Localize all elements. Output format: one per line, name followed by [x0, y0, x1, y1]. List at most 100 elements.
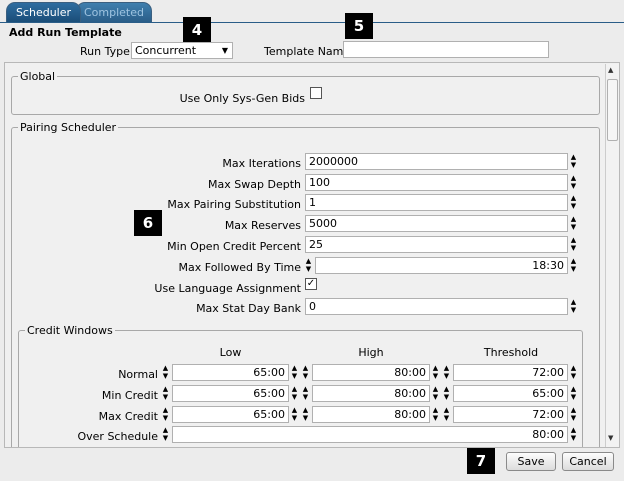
scrollbar-thumb[interactable] — [607, 79, 618, 141]
spin-up-icon[interactable]: ▲ — [569, 257, 578, 265]
spin-down-icon[interactable]: ▼ — [301, 393, 310, 401]
spin-down-icon[interactable]: ▼ — [290, 414, 299, 422]
max-followed-input[interactable]: 18:30 — [315, 257, 568, 274]
credit-low-input[interactable]: 65:00 — [172, 406, 289, 423]
spin-down-icon[interactable]: ▼ — [161, 434, 170, 442]
threshold-spinner-right[interactable]: ▲ ▼ — [569, 385, 578, 402]
spin-down-icon[interactable]: ▼ — [569, 372, 578, 380]
spin-down-icon[interactable]: ▼ — [431, 414, 440, 422]
save-button[interactable]: Save — [506, 452, 556, 471]
max-swap-depth-spinner[interactable]: ▲ ▼ — [569, 174, 578, 191]
spin-up-icon[interactable]: ▲ — [569, 194, 578, 202]
credit-high-input[interactable]: 80:00 — [312, 364, 430, 381]
max-pairing-sub-input[interactable]: 1 — [305, 194, 568, 211]
spin-down-icon[interactable]: ▼ — [569, 223, 578, 231]
max-iterations-spinner[interactable]: ▲ ▼ — [569, 153, 578, 170]
threshold-spinner-right[interactable]: ▲ ▼ — [569, 364, 578, 381]
credit-low-input[interactable]: 65:00 — [172, 364, 289, 381]
spin-up-icon[interactable]: ▲ — [161, 364, 170, 372]
min-open-credit-input[interactable]: 25 — [305, 236, 568, 253]
high-spinner-right[interactable]: ▲ ▼ — [431, 406, 440, 423]
scroll-up-icon[interactable]: ▲ — [608, 66, 613, 74]
low-spinner-left[interactable]: ▲ ▼ — [161, 385, 170, 402]
max-followed-spinner[interactable]: ▲ ▼ — [569, 257, 578, 274]
vertical-scrollbar[interactable]: ▲ ▼ — [605, 64, 619, 447]
spin-down-icon[interactable]: ▼ — [161, 372, 170, 380]
threshold-spinner-left[interactable]: ▲ ▼ — [442, 406, 451, 423]
cancel-button[interactable]: Cancel — [562, 452, 614, 471]
spin-down-icon[interactable]: ▼ — [569, 244, 578, 252]
spin-down-icon[interactable]: ▼ — [442, 372, 451, 380]
spin-down-icon[interactable]: ▼ — [301, 372, 310, 380]
tab-scheduler[interactable]: Scheduler — [6, 2, 81, 22]
low-spinner-left[interactable]: ▲ ▼ — [161, 406, 170, 423]
spin-down-icon[interactable]: ▼ — [569, 265, 578, 273]
spin-down-icon[interactable]: ▼ — [569, 202, 578, 210]
max-iterations-input[interactable]: 2000000 — [305, 153, 568, 170]
spin-up-icon[interactable]: ▲ — [301, 406, 310, 414]
spin-down-icon[interactable]: ▼ — [290, 393, 299, 401]
spin-up-icon[interactable]: ▲ — [442, 406, 451, 414]
spin-down-icon[interactable]: ▼ — [161, 414, 170, 422]
spin-up-icon[interactable]: ▲ — [569, 153, 578, 161]
credit-low-input[interactable]: 65:00 — [172, 385, 289, 402]
spin-up-icon[interactable]: ▲ — [569, 236, 578, 244]
high-spinner-right[interactable]: ▲ ▼ — [431, 385, 440, 402]
spin-down-icon[interactable]: ▼ — [569, 434, 578, 442]
spin-up-icon[interactable]: ▲ — [431, 385, 440, 393]
spin-down-icon[interactable]: ▼ — [290, 372, 299, 380]
credit-threshold-input[interactable]: 72:00 — [453, 364, 568, 381]
high-spinner-left[interactable]: ▲ ▼ — [301, 364, 310, 381]
max-pairing-sub-spinner[interactable]: ▲ ▼ — [569, 194, 578, 211]
max-swap-depth-input[interactable]: 100 — [305, 174, 568, 191]
spin-up-icon[interactable]: ▲ — [290, 406, 299, 414]
low-spinner-right[interactable]: ▲ ▼ — [290, 406, 299, 423]
threshold-spinner-left[interactable]: ▲ ▼ — [442, 385, 451, 402]
threshold-spinner-right[interactable]: ▲ ▼ — [569, 406, 578, 423]
run-type-select[interactable]: Concurrent ▼ — [131, 42, 233, 59]
max-stat-input[interactable]: 0 — [305, 298, 568, 315]
spin-up-icon[interactable]: ▲ — [442, 364, 451, 372]
template-name-input[interactable] — [343, 41, 549, 58]
spin-up-icon[interactable]: ▲ — [569, 385, 578, 393]
over-schedule-spinner-left[interactable]: ▲ ▼ — [161, 426, 170, 443]
spin-down-icon[interactable]: ▼ — [569, 306, 578, 314]
high-spinner-left[interactable]: ▲ ▼ — [301, 406, 310, 423]
spin-down-icon[interactable]: ▼ — [431, 393, 440, 401]
spin-up-icon[interactable]: ▲ — [569, 406, 578, 414]
sysgen-checkbox[interactable] — [310, 87, 322, 99]
spin-down-icon[interactable]: ▼ — [442, 393, 451, 401]
max-followed-spinner-left[interactable]: ▲ ▼ — [304, 257, 313, 274]
over-schedule-spinner[interactable]: ▲ ▼ — [569, 426, 578, 443]
spin-up-icon[interactable]: ▲ — [569, 364, 578, 372]
scroll-down-icon[interactable]: ▼ — [608, 434, 613, 442]
spin-up-icon[interactable]: ▲ — [161, 426, 170, 434]
max-stat-spinner[interactable]: ▲ ▼ — [569, 298, 578, 315]
credit-high-input[interactable]: 80:00 — [312, 385, 430, 402]
credit-threshold-input[interactable]: 65:00 — [453, 385, 568, 402]
spin-up-icon[interactable]: ▲ — [161, 385, 170, 393]
use-language-checkbox[interactable]: ✓ — [305, 278, 317, 290]
low-spinner-right[interactable]: ▲ ▼ — [290, 385, 299, 402]
threshold-spinner-left[interactable]: ▲ ▼ — [442, 364, 451, 381]
spin-up-icon[interactable]: ▲ — [301, 364, 310, 372]
spin-up-icon[interactable]: ▲ — [569, 426, 578, 434]
spin-up-icon[interactable]: ▲ — [569, 215, 578, 223]
spin-up-icon[interactable]: ▲ — [161, 406, 170, 414]
max-reserves-spinner[interactable]: ▲ ▼ — [569, 215, 578, 232]
max-reserves-input[interactable]: 5000 — [305, 215, 568, 232]
spin-up-icon[interactable]: ▲ — [431, 406, 440, 414]
spin-up-icon[interactable]: ▲ — [569, 298, 578, 306]
spin-up-icon[interactable]: ▲ — [431, 364, 440, 372]
spin-down-icon[interactable]: ▼ — [569, 393, 578, 401]
low-spinner-left[interactable]: ▲ ▼ — [161, 364, 170, 381]
credit-high-input[interactable]: 80:00 — [312, 406, 430, 423]
over-schedule-input[interactable]: 80:00 — [172, 426, 568, 443]
spin-down-icon[interactable]: ▼ — [569, 161, 578, 169]
spin-down-icon[interactable]: ▼ — [431, 372, 440, 380]
spin-down-icon[interactable]: ▼ — [161, 393, 170, 401]
spin-up-icon[interactable]: ▲ — [569, 174, 578, 182]
spin-up-icon[interactable]: ▲ — [442, 385, 451, 393]
low-spinner-right[interactable]: ▲ ▼ — [290, 364, 299, 381]
spin-up-icon[interactable]: ▲ — [290, 385, 299, 393]
